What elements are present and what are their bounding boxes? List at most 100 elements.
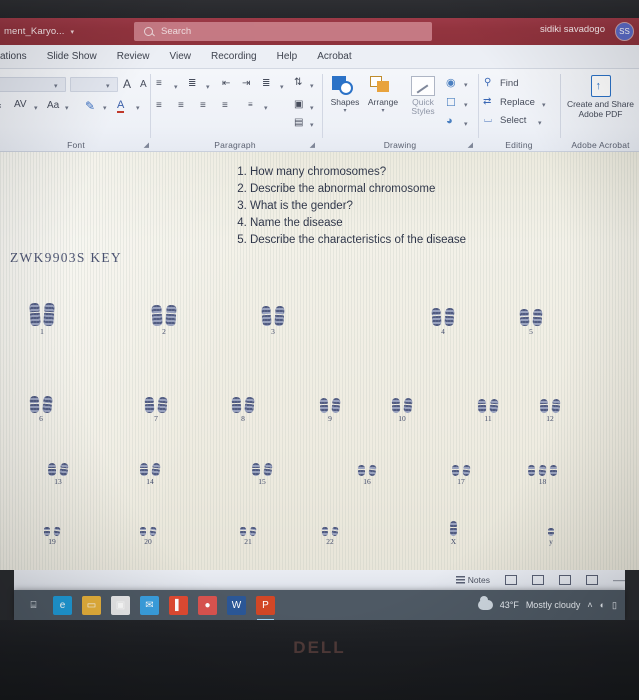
font-color-button[interactable]: A [117, 99, 125, 113]
decrease-indent-icon[interactable]: ⇤ [222, 78, 230, 89]
taskbar-mail-icon[interactable]: ✉ [140, 595, 159, 615]
weather-description[interactable]: Mostly cloudy [526, 600, 581, 610]
battery-icon[interactable]: ▯ [612, 600, 617, 611]
document-name-caret-icon[interactable]: ▾ [70, 28, 74, 36]
shapes-button[interactable]: Shapes ▾ [326, 76, 364, 114]
notes-button[interactable]: Notes [455, 575, 490, 585]
question-5: Describe the characteristics of the dise… [250, 232, 466, 249]
character-spacing-small-icon[interactable]: ≡ [0, 101, 1, 111]
tab-acrobat[interactable]: Acrobat [307, 51, 361, 62]
shape-outline-chevron-icon[interactable]: ▾ [464, 101, 468, 109]
chromosome [239, 526, 247, 537]
justify-icon[interactable]: ≡ [222, 100, 228, 111]
taskbar-chrome-icon[interactable]: ● [198, 595, 217, 615]
columns-icon[interactable]: ≡ [248, 100, 253, 109]
highlight-chevron-icon[interactable]: ▾ [103, 104, 107, 112]
taskbar-word-icon[interactable]: W [227, 595, 246, 615]
select-button[interactable]: Select [500, 115, 526, 126]
normal-view-button[interactable] [505, 575, 517, 585]
text-direction-chevron-icon[interactable]: ▾ [310, 82, 314, 90]
change-case-button[interactable]: Aa [47, 100, 59, 111]
tab-view[interactable]: View [160, 51, 202, 62]
align-center-icon[interactable]: ≡ [178, 100, 184, 111]
smartart-chevron-icon[interactable]: ▾ [310, 121, 314, 129]
text-highlight-color-icon[interactable]: ✎ [85, 99, 95, 113]
shape-outline-icon[interactable]: ☐ [446, 96, 456, 109]
taskbar-file-explorer-icon[interactable]: ▭ [82, 595, 101, 615]
line-spacing-icon[interactable]: ≣ [262, 78, 270, 89]
convert-smartart-icon[interactable]: ▤ [294, 117, 303, 128]
dell-logo: DELL [293, 638, 346, 657]
question-1: How many chromosomes? [250, 164, 466, 181]
chromosome [489, 398, 499, 414]
align-right-icon[interactable]: ≡ [200, 100, 206, 111]
chromosome [551, 398, 561, 414]
shape-effects-chevron-icon[interactable]: ▾ [464, 120, 468, 128]
increase-indent-icon[interactable]: ⇥ [242, 78, 250, 89]
tab-animations[interactable]: ations [0, 51, 37, 62]
tab-help[interactable]: Help [267, 51, 308, 62]
taskbar-edge-icon[interactable]: e [53, 595, 72, 615]
select-chevron-icon[interactable]: ▾ [538, 119, 542, 127]
chromosome-number-label: 19 [48, 537, 56, 546]
paragraph-dialog-launcher-icon[interactable]: ◢ [310, 141, 315, 149]
shape-fill-chevron-icon[interactable]: ▾ [464, 81, 468, 89]
reading-view-button[interactable] [559, 575, 571, 585]
taskbar-powerpoint-icon[interactable]: P [256, 595, 275, 621]
tab-slide-show[interactable]: Slide Show [37, 51, 107, 62]
show-hidden-icons-chevron-icon[interactable]: ˄ [587, 600, 592, 610]
search-input[interactable]: Search [134, 22, 432, 41]
tab-review[interactable]: Review [107, 51, 160, 62]
align-left-icon[interactable]: ≡ [156, 100, 162, 111]
network-icon[interactable]: ◐ [600, 600, 605, 610]
columns-chevron-icon[interactable]: ▾ [264, 104, 268, 112]
drawing-dialog-launcher-icon[interactable]: ◢ [468, 141, 473, 149]
create-and-share-pdf-button[interactable]: Create and Share Adobe PDF [562, 75, 639, 119]
replace-chevron-icon[interactable]: ▾ [542, 101, 546, 109]
document-name[interactable]: ment_Karyo... [4, 26, 64, 37]
shrink-font-button[interactable]: A [140, 79, 147, 90]
character-spacing-chevron-icon[interactable]: ▾ [34, 104, 38, 112]
arrange-chevron-icon[interactable]: ▾ [364, 107, 402, 114]
account-name[interactable]: sidiki savadogo [540, 24, 605, 35]
character-spacing-button[interactable]: AV [14, 99, 27, 110]
find-button[interactable]: Find [500, 78, 518, 89]
taskbar-microsoft-store-icon[interactable]: ▣ [111, 595, 130, 615]
grow-font-button[interactable]: A [123, 77, 131, 91]
font-name-chevron-icon[interactable]: ▾ [54, 82, 58, 90]
line-spacing-chevron-icon[interactable]: ▾ [280, 83, 284, 91]
tab-recording[interactable]: Recording [201, 51, 267, 62]
slide-show-view-button[interactable] [586, 575, 598, 585]
bullets-chevron-icon[interactable]: ▾ [174, 83, 178, 91]
bullets-icon[interactable]: ≡ [156, 78, 162, 89]
change-case-chevron-icon[interactable]: ▾ [65, 104, 69, 112]
shape-fill-icon[interactable]: ◉ [446, 76, 456, 89]
font-dialog-launcher-icon[interactable]: ◢ [144, 141, 149, 149]
align-text-icon[interactable]: ▣ [294, 99, 303, 110]
font-size-box[interactable] [70, 77, 118, 92]
font-size-chevron-icon[interactable]: ▾ [106, 82, 110, 90]
avatar[interactable]: SS [615, 22, 634, 41]
taskbar-office-icon[interactable]: ▌ [169, 595, 188, 615]
slide-canvas[interactable]: How many chromosomes? Describe the abnor… [0, 152, 639, 570]
arrange-button[interactable]: Arrange ▾ [364, 76, 402, 114]
chromosome-number-label: 18 [538, 477, 547, 486]
monitor-bezel [0, 620, 639, 700]
align-text-chevron-icon[interactable]: ▾ [310, 104, 314, 112]
taskbar-task-view-icon[interactable]: ⌸ [24, 596, 43, 615]
ribbon-group-paragraph: ≡ ▾ ≣ ▾ ⇤ ⇥ ≣ ▾ ⇅ ▾ ≡ ≡ ≡ ≡ ≡ ▾ ▣ ▾ ▤ ▾ … [152, 69, 318, 152]
quick-styles-button[interactable]: Quick Styles [402, 76, 444, 116]
replace-button[interactable]: Replace [500, 97, 535, 108]
numbering-icon[interactable]: ≣ [188, 78, 196, 89]
shape-effects-icon[interactable]: ◕ [446, 115, 453, 127]
chromosome [368, 464, 377, 477]
numbering-chevron-icon[interactable]: ▾ [206, 83, 210, 91]
slide-sorter-view-button[interactable] [532, 575, 544, 585]
shapes-chevron-icon[interactable]: ▾ [326, 107, 364, 114]
chromosome [157, 396, 168, 414]
question-2: Describe the abnormal chromosome [250, 181, 466, 198]
weather-temperature[interactable]: 43°F [500, 600, 519, 610]
text-direction-icon[interactable]: ⇅ [294, 77, 302, 88]
font-color-chevron-icon[interactable]: ▾ [136, 104, 140, 112]
chromosome-group-15: 15 [251, 430, 273, 486]
